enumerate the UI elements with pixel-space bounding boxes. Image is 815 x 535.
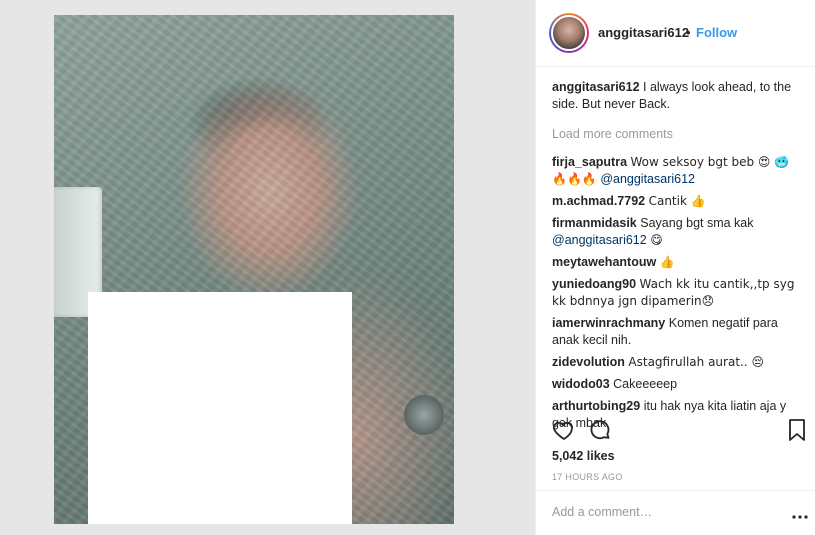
load-more-comments-button[interactable]: Load more comments [552, 126, 802, 143]
avatar[interactable] [549, 13, 589, 53]
post-side-panel: anggitasari612 • Follow anggitasari612 I… [535, 0, 815, 535]
comment-text: Sayang bgt sma kak [640, 216, 754, 230]
comment-emoji: 😋 [650, 233, 663, 247]
comment-user[interactable]: m.achmad.7792 [552, 194, 645, 208]
comment-item: yuniedoang90 Wach kk itu cantik,,tp syg … [552, 276, 802, 310]
comment-mention[interactable]: @anggitasari612 [552, 233, 647, 247]
action-bar [552, 418, 805, 447]
comment-item: meytawehantouw 👍 [552, 254, 802, 271]
comment-text: Cantik 👍 [648, 194, 706, 208]
bookmark-icon[interactable] [788, 418, 806, 447]
comment-user[interactable]: iamerwinrachmany [552, 316, 665, 330]
username-link[interactable]: anggitasari612 [598, 25, 689, 40]
comment-user[interactable]: firja_saputra [552, 155, 627, 169]
comment-user[interactable]: meytawehantouw [552, 255, 656, 269]
comment-text: Astagfirullah aurat.. 😔 [628, 355, 764, 369]
caption-user[interactable]: anggitasari612 [552, 80, 640, 94]
comment-user[interactable]: zidevolution [552, 355, 625, 369]
comments-list: anggitasari612 I always look ahead, to t… [552, 79, 802, 437]
separator-dot: • [686, 25, 691, 40]
avatar-image [551, 15, 587, 51]
post-timestamp: 17 HOURS AGO [552, 472, 623, 482]
comment-text: Cakeeeeep [613, 377, 678, 391]
comment-item: iamerwinrachmany Komen negatif para anak… [552, 315, 802, 349]
more-dots-icon[interactable] [792, 507, 808, 525]
comment-input[interactable] [552, 505, 772, 519]
likes-count[interactable]: 5,042 likes [552, 449, 615, 463]
comment-user[interactable]: widodo03 [552, 377, 610, 391]
comment-user[interactable]: arthurtobing29 [552, 399, 640, 413]
comment-item: firmanmidasik Sayang bgt sma kak @anggit… [552, 215, 802, 249]
comment-item: m.achmad.7792 Cantik 👍 [552, 193, 802, 210]
heart-icon[interactable] [552, 418, 576, 447]
comment-item: widodo03 Cakeeeeep [552, 376, 802, 393]
censor-box [88, 292, 352, 524]
follow-button[interactable]: Follow [696, 25, 737, 40]
comment-user[interactable]: yuniedoang90 [552, 277, 636, 291]
post-photo[interactable] [54, 15, 454, 524]
comment-text: 👍 [659, 255, 675, 269]
post-header: anggitasari612 • Follow [536, 0, 815, 67]
comment-item: firja_saputra Wow seksoy bgt beb 😍 🥶 🔥🔥🔥… [552, 154, 802, 188]
comment-bubble-icon[interactable] [588, 418, 612, 447]
comment-mention[interactable]: @anggitasari612 [600, 172, 695, 186]
faucet [404, 395, 444, 435]
caption: anggitasari612 I always look ahead, to t… [552, 79, 802, 113]
fire-emoji: 🔥🔥🔥 [552, 172, 597, 186]
comment-item: zidevolution Astagfirullah aurat.. 😔 [552, 354, 802, 371]
comment-user[interactable]: firmanmidasik [552, 216, 637, 230]
comment-text: Wow seksoy bgt beb 😍 🥶 [630, 155, 790, 169]
add-comment-bar [536, 490, 815, 535]
